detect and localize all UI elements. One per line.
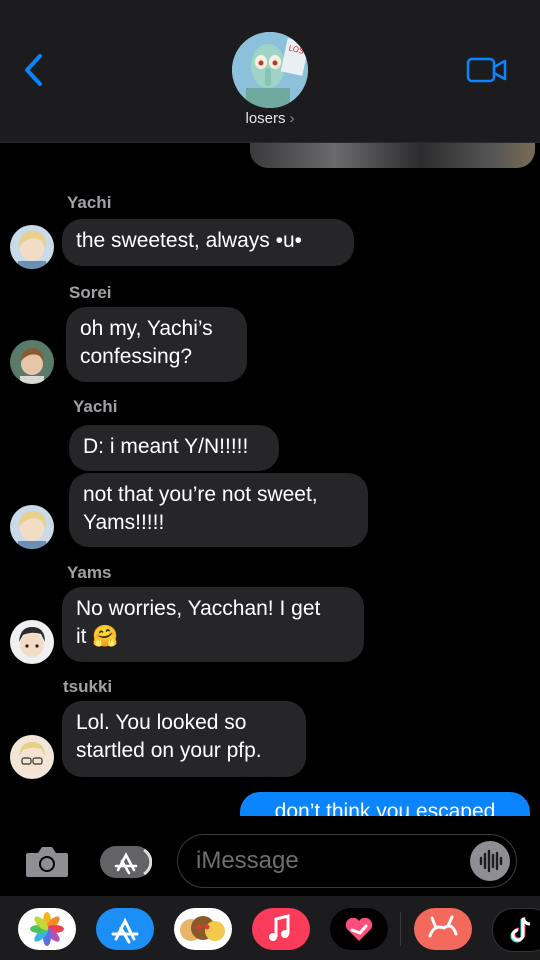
chevron-right-icon: › — [289, 110, 295, 127]
message-bubble[interactable]: oh my, Yachi’s confessing? — [66, 307, 247, 382]
memoji-app[interactable] — [174, 908, 232, 950]
message-bubble[interactable]: Lol. You looked so startled on your pfp. — [62, 701, 306, 777]
sender-name: Yachi — [67, 193, 112, 212]
message-text-line: not that you’re not sweet, — [83, 483, 318, 506]
outgoing-message-bubble[interactable]: don’t think you escaped — [240, 792, 530, 816]
audio-waveform-icon — [479, 849, 503, 873]
tiktok-app[interactable] — [492, 908, 540, 952]
sender-name: Sorei — [69, 283, 112, 302]
message-bubble[interactable]: the sweetest, always •u• — [62, 219, 354, 266]
message-text-line: Yams!!!!! — [83, 511, 165, 534]
message-text-line: startled on your pfp. — [76, 739, 262, 762]
message-text-line: Lol. You looked so — [76, 711, 247, 734]
sorei-avatar[interactable] — [10, 340, 54, 384]
message-bubble[interactable]: D: i meant Y/N!!!!! — [69, 425, 279, 471]
rabbit-app-icon — [428, 915, 458, 938]
shared-image-thumbnail[interactable] — [250, 142, 535, 168]
sender-name: Yachi — [73, 397, 118, 416]
message-text-line: confessing? — [80, 345, 193, 368]
group-avatar[interactable]: LOSER — [232, 32, 308, 108]
digital-touch-app[interactable] — [330, 908, 388, 950]
message-text: D: i meant Y/N!!!!! — [83, 435, 249, 458]
yams-avatar[interactable] — [10, 620, 54, 664]
conversation-header: LOSER losers › — [0, 0, 540, 143]
video-camera-icon[interactable] — [466, 56, 508, 84]
group-name-label: losers — [245, 110, 286, 127]
yachi-avatar[interactable] — [10, 505, 54, 549]
sender-name: Yams — [67, 563, 112, 582]
dock-divider — [400, 912, 401, 946]
message-text-line: it 🤗 — [76, 625, 119, 648]
message-bubble[interactable]: No worries, Yacchan! I get it 🤗 — [62, 587, 364, 662]
photos-icon — [30, 912, 64, 946]
music-app[interactable] — [252, 908, 310, 950]
message-input-placeholder: iMessage — [196, 847, 299, 874]
message-text-line: oh my, Yachi’s — [80, 317, 213, 340]
tsukki-avatar[interactable] — [10, 735, 54, 779]
tiktok-icon — [510, 917, 531, 943]
sender-name: tsukki — [63, 677, 113, 696]
yachi-avatar[interactable] — [10, 225, 54, 269]
message-text-line: No worries, Yacchan! I get — [76, 597, 321, 620]
back-chevron-icon[interactable] — [20, 52, 50, 88]
memoji-icon — [180, 916, 225, 941]
photos-app[interactable] — [18, 908, 76, 950]
message-bubble[interactable]: not that you’re not sweet, Yams!!!!! — [69, 473, 368, 547]
group-name[interactable]: losers › — [0, 110, 540, 127]
camera-icon[interactable] — [24, 843, 70, 879]
message-input[interactable]: iMessage — [177, 834, 517, 888]
message-text: don’t think you escaped — [274, 800, 496, 816]
squidward-avatar-icon: LOSER — [232, 32, 308, 108]
app-store-app-icon — [111, 917, 139, 944]
music-icon — [269, 914, 290, 941]
app-store-app[interactable] — [96, 908, 154, 950]
app-store-button[interactable] — [100, 846, 153, 878]
message-text: the sweetest, always •u• — [76, 229, 302, 252]
app-store-icon — [114, 848, 153, 876]
digital-touch-icon — [345, 917, 373, 941]
audio-message-button[interactable] — [470, 841, 510, 881]
rabbit-app[interactable] — [414, 908, 472, 950]
